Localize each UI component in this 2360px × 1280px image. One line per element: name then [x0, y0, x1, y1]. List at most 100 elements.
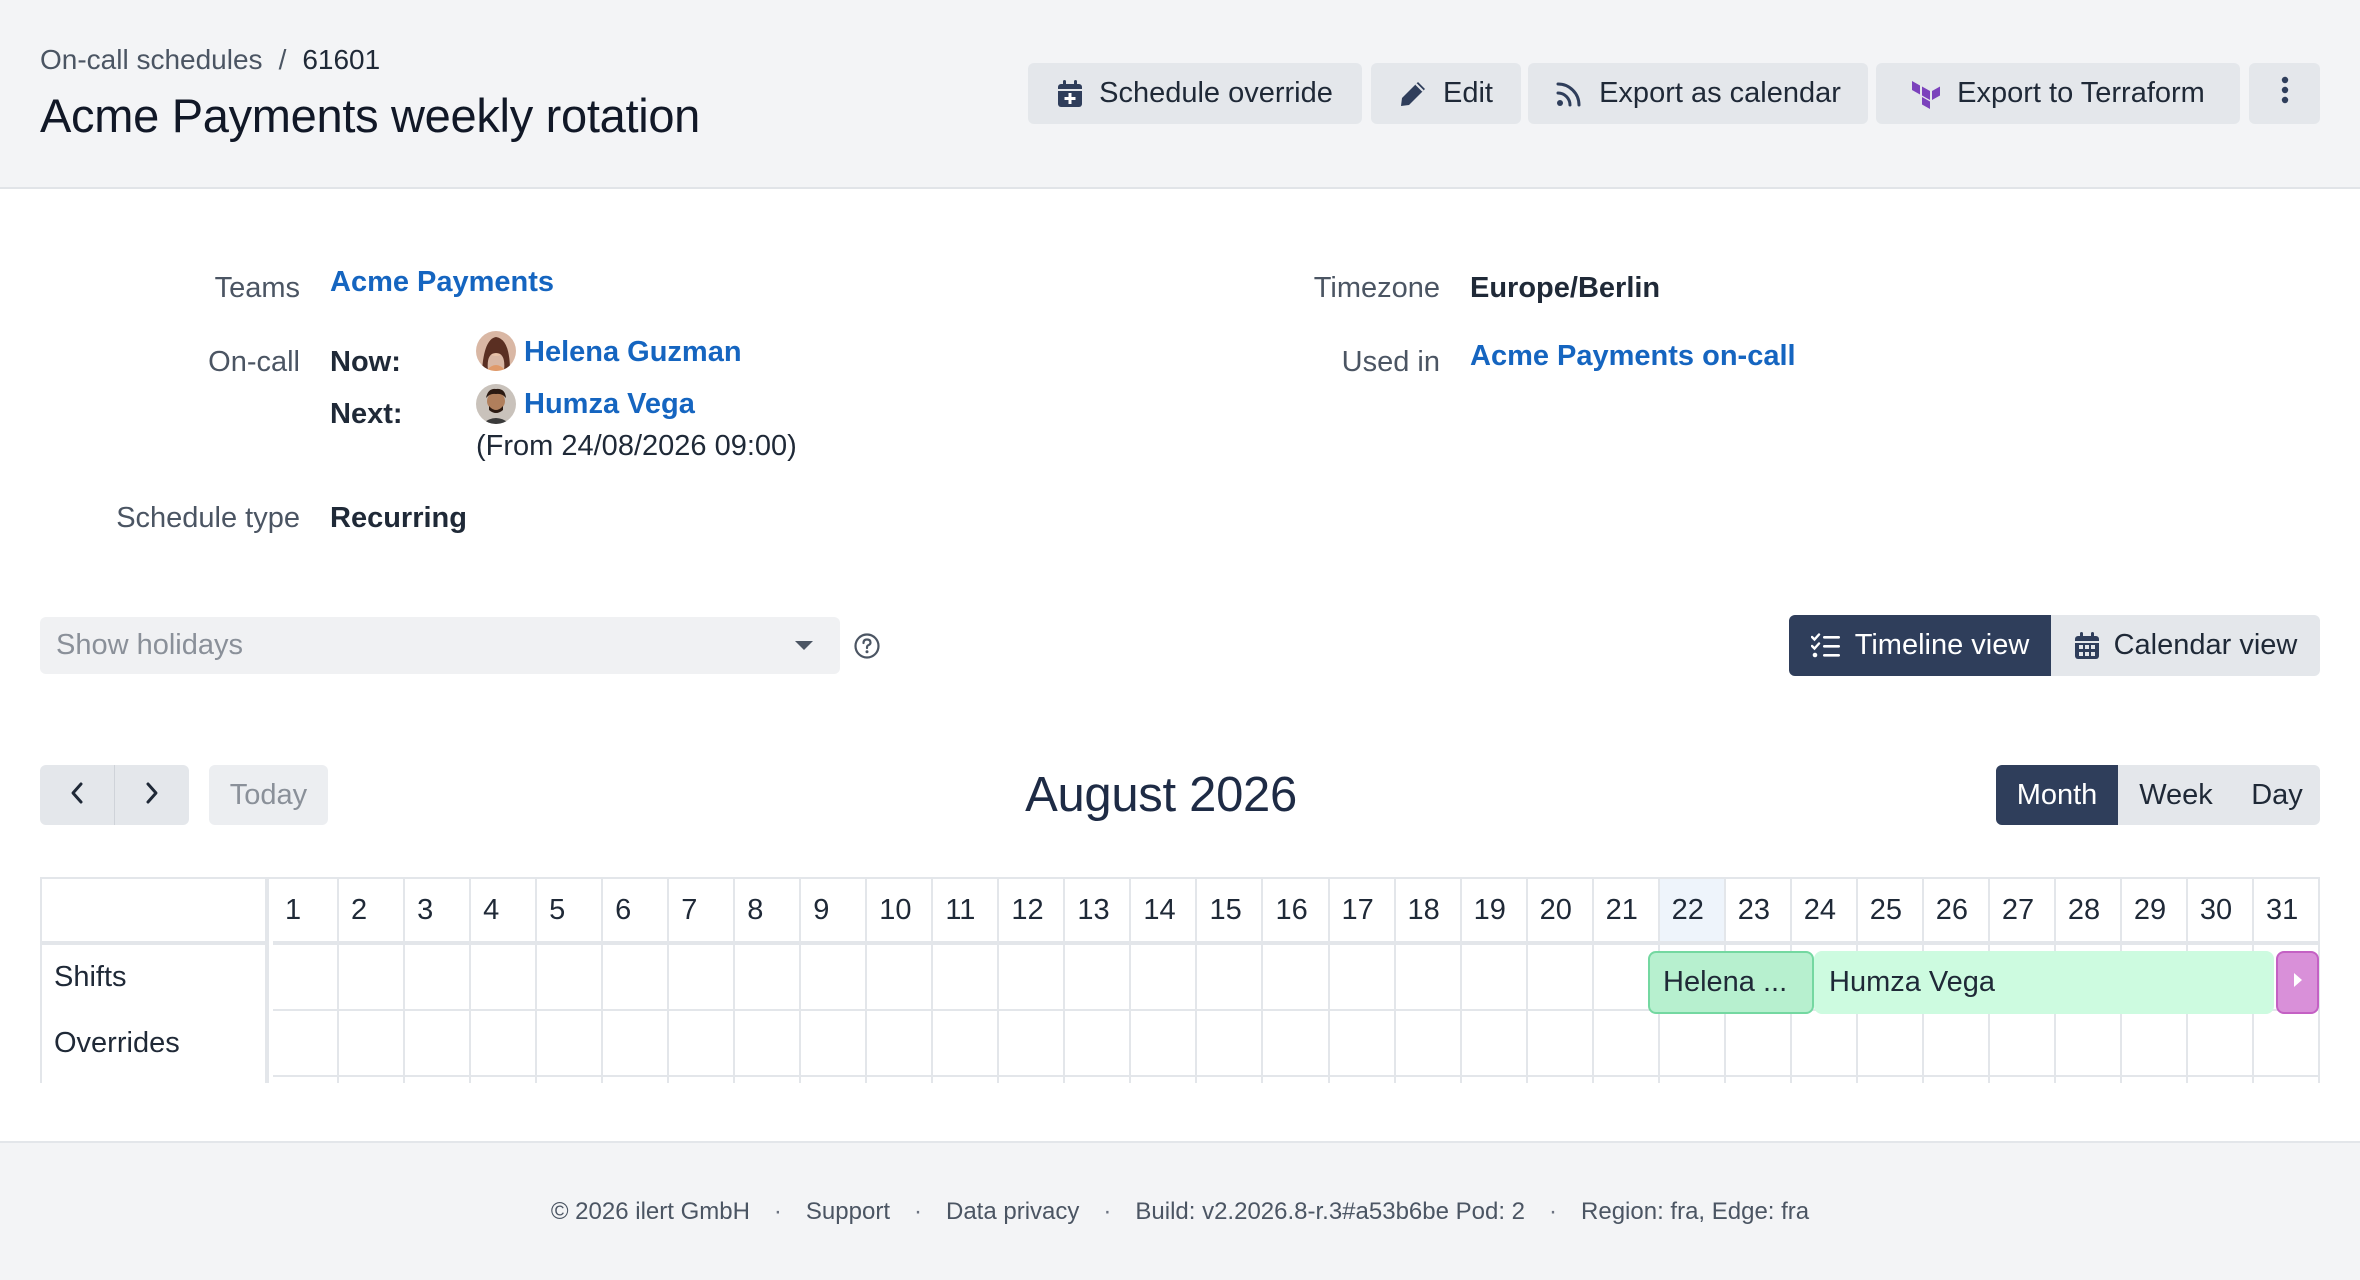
used-in-link[interactable]: Acme Payments on-call: [1470, 340, 1796, 373]
week-range-button[interactable]: Week: [2118, 765, 2234, 825]
caret-down-icon: [795, 641, 813, 650]
override-cell[interactable]: [1329, 1011, 1394, 1077]
export-terraform-label: Export to Terraform: [1957, 77, 2205, 109]
now-label: Now:: [330, 346, 401, 378]
next-period-button[interactable]: [115, 765, 189, 825]
override-cell[interactable]: [1065, 1011, 1130, 1077]
override-cell[interactable]: [933, 1011, 998, 1077]
shift-cell[interactable]: [1395, 945, 1460, 1011]
shift-cell[interactable]: [1065, 945, 1130, 1011]
day-number: 7: [669, 879, 734, 945]
override-cell[interactable]: [405, 1011, 470, 1077]
override-cell[interactable]: [1131, 1011, 1196, 1077]
shift-cell[interactable]: [1263, 945, 1328, 1011]
override-cell[interactable]: [603, 1011, 668, 1077]
override-cell[interactable]: [2187, 1011, 2252, 1077]
previous-period-button[interactable]: [40, 765, 115, 825]
shift-cell[interactable]: [933, 945, 998, 1011]
override-cell[interactable]: [273, 1011, 338, 1077]
shift-bar[interactable]: Humza Vega: [1814, 951, 2274, 1014]
override-cell[interactable]: [1857, 1011, 1922, 1077]
override-cell[interactable]: [1263, 1011, 1328, 1077]
shift-cell[interactable]: [999, 945, 1064, 1011]
shift-cell[interactable]: [1131, 945, 1196, 1011]
override-cell[interactable]: [801, 1011, 866, 1077]
rss-icon: [1555, 80, 1583, 108]
shift-cell[interactable]: [867, 945, 932, 1011]
support-link[interactable]: Support: [806, 1198, 890, 1226]
day-range-button[interactable]: Day: [2234, 765, 2320, 825]
page-title: Acme Payments weekly rotation: [40, 89, 701, 142]
holidays-placeholder: Show holidays: [56, 629, 243, 661]
calendar-plus-icon: [1057, 79, 1083, 108]
breadcrumb-parent-link[interactable]: On-call schedules: [40, 44, 263, 76]
override-cell[interactable]: [537, 1011, 602, 1077]
shift-cell[interactable]: [603, 945, 668, 1011]
day-number: 29: [2121, 879, 2186, 945]
day-number: 23: [1725, 879, 1790, 945]
shift-cell[interactable]: [339, 945, 404, 1011]
override-cell[interactable]: [669, 1011, 734, 1077]
export-terraform-button[interactable]: Export to Terraform: [1876, 63, 2240, 124]
now-oncall-user-link[interactable]: Helena Guzman: [524, 336, 742, 369]
override-cell[interactable]: [1395, 1011, 1460, 1077]
shift-cell[interactable]: [471, 945, 536, 1011]
team-link[interactable]: Acme Payments: [330, 266, 554, 299]
override-cell[interactable]: [999, 1011, 1064, 1077]
calendar-view-label: Calendar view: [2113, 629, 2298, 661]
day-column: 11: [931, 879, 998, 1083]
shift-cell[interactable]: [669, 945, 734, 1011]
oncall-label: On-call: [208, 346, 300, 378]
holidays-select[interactable]: Show holidays: [40, 617, 840, 674]
shift-cell[interactable]: [273, 945, 338, 1011]
more-shifts-button[interactable]: [2276, 951, 2319, 1014]
override-cell[interactable]: [2121, 1011, 2186, 1077]
override-cell[interactable]: [1989, 1011, 2054, 1077]
day-number: 11: [933, 879, 998, 945]
overrides-row-label: Overrides: [54, 1027, 180, 1059]
override-cell[interactable]: [1791, 1011, 1856, 1077]
edit-button[interactable]: Edit: [1371, 63, 1521, 124]
day-column: 16: [1261, 879, 1328, 1083]
day-number: 20: [1527, 879, 1592, 945]
help-icon[interactable]: [853, 632, 881, 665]
shift-bar[interactable]: Helena ...: [1648, 951, 1814, 1014]
override-cell[interactable]: [867, 1011, 932, 1077]
calendar-view-button[interactable]: Calendar view: [2051, 615, 2320, 676]
override-cell[interactable]: [1527, 1011, 1592, 1077]
override-cell[interactable]: [471, 1011, 536, 1077]
schedule-type-label: Schedule type: [116, 502, 300, 534]
schedule-override-button[interactable]: Schedule override: [1028, 63, 1362, 124]
more-actions-button[interactable]: [2249, 63, 2320, 124]
override-cell[interactable]: [1461, 1011, 1526, 1077]
override-cell[interactable]: [339, 1011, 404, 1077]
shift-cell[interactable]: [1329, 945, 1394, 1011]
shift-cell[interactable]: [405, 945, 470, 1011]
override-cell[interactable]: [1923, 1011, 1988, 1077]
shift-cell[interactable]: [537, 945, 602, 1011]
override-cell[interactable]: [1725, 1011, 1790, 1077]
shift-cell[interactable]: [735, 945, 800, 1011]
data-privacy-link[interactable]: Data privacy: [946, 1198, 1079, 1226]
day-number: 2: [339, 879, 404, 945]
override-cell[interactable]: [1197, 1011, 1262, 1077]
next-oncall-user-link[interactable]: Humza Vega: [524, 388, 695, 421]
shift-cell[interactable]: [1197, 945, 1262, 1011]
shift-cell[interactable]: [1527, 945, 1592, 1011]
export-calendar-button[interactable]: Export as calendar: [1528, 63, 1868, 124]
shift-cell[interactable]: [801, 945, 866, 1011]
pencil-icon: [1399, 80, 1427, 108]
month-range-button[interactable]: Month: [1996, 765, 2118, 825]
override-cell[interactable]: [2253, 1011, 2318, 1077]
timeline-view-button[interactable]: Timeline view: [1789, 615, 2051, 676]
breadcrumb: On-call schedules / 61601: [40, 44, 380, 76]
override-cell[interactable]: [1659, 1011, 1724, 1077]
used-in-label: Used in: [1341, 346, 1440, 378]
override-cell[interactable]: [735, 1011, 800, 1077]
shift-cell[interactable]: [1461, 945, 1526, 1011]
override-cell[interactable]: [2055, 1011, 2120, 1077]
day-column: 8: [733, 879, 800, 1083]
day-number: 27: [1989, 879, 2054, 945]
override-cell[interactable]: [1593, 1011, 1658, 1077]
today-button[interactable]: Today: [209, 765, 328, 825]
